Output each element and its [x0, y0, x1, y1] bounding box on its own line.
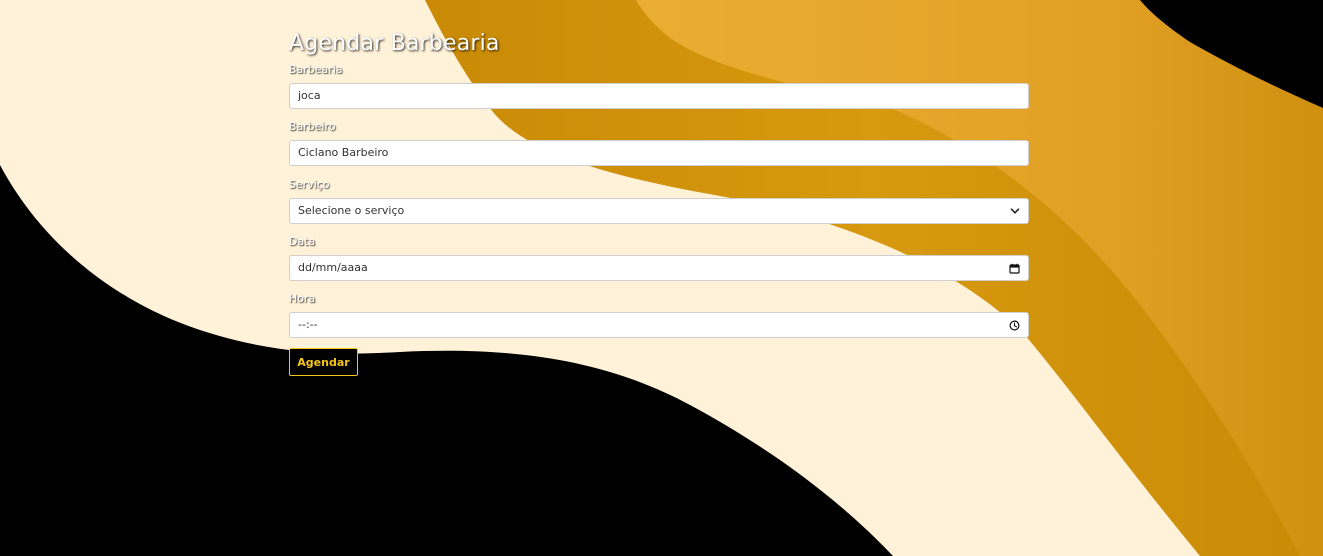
- hora-label: Hora: [289, 292, 316, 305]
- servico-selected-value: Selecione o serviço: [298, 204, 405, 217]
- barbeiro-label: Barbeiro: [289, 120, 336, 133]
- data-label: Data: [289, 235, 316, 248]
- barbearia-label: Barbearia: [289, 63, 343, 76]
- barbearia-value: joca: [298, 89, 321, 102]
- calendar-icon[interactable]: [1009, 256, 1020, 280]
- barbeiro-value: Ciclano Barbeiro: [298, 146, 389, 159]
- date-input[interactable]: dd/mm/aaaa: [289, 255, 1029, 281]
- servico-label: Serviço: [289, 178, 330, 191]
- time-input[interactable]: --:--: [289, 312, 1029, 338]
- barbearia-input[interactable]: joca: [289, 83, 1029, 109]
- page-title: Agendar Barbearia: [289, 31, 500, 56]
- barbeiro-input[interactable]: Ciclano Barbeiro: [289, 140, 1029, 166]
- agendar-button[interactable]: Agendar: [289, 348, 358, 376]
- clock-icon[interactable]: [1009, 313, 1020, 337]
- date-placeholder: dd/mm/aaaa: [298, 261, 368, 274]
- servico-select[interactable]: Selecione o serviço: [289, 198, 1029, 224]
- time-placeholder: --:--: [298, 318, 318, 331]
- page-background: Agendar Barbearia Barbearia joca Barbeir…: [0, 0, 1323, 556]
- chevron-down-icon[interactable]: [1010, 199, 1020, 223]
